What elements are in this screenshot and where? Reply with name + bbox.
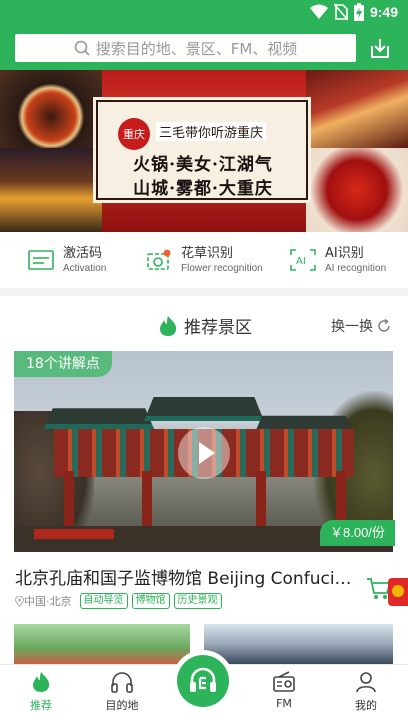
- nav-center-guide-button[interactable]: [172, 650, 234, 712]
- activation-card-icon: [28, 250, 54, 270]
- play-button[interactable]: [178, 427, 230, 479]
- headphones-icon: [111, 672, 133, 693]
- quick-link-title: AI识别: [325, 246, 364, 261]
- attraction-meta: 中国·北京 自动导览 博物馆 历史景观: [15, 593, 222, 609]
- quick-link-flower[interactable]: 花草识别 Flower recognition: [146, 232, 263, 288]
- ai-scan-icon: AI: [290, 249, 316, 271]
- refresh-button[interactable]: 换一换: [331, 316, 391, 336]
- nav-item-destination[interactable]: 目的地: [92, 665, 152, 716]
- flame-icon: [33, 672, 50, 692]
- download-icon: [371, 39, 389, 58]
- nav-item-profile[interactable]: 我的: [336, 665, 396, 716]
- radio-icon: [273, 671, 295, 692]
- attraction-tag: 博物馆: [131, 593, 170, 609]
- banner-title-card: 重庆 三毛带你听游重庆 火锅·美女·江湖气 山城·雾都·大重庆: [96, 100, 308, 200]
- recommended-title-text: 推荐景区: [184, 318, 252, 338]
- nav-label: 推荐: [30, 699, 52, 712]
- banner-slogan-line2: 山城·雾都·大重庆: [133, 179, 273, 199]
- headset-guide-icon: [190, 667, 216, 692]
- promo-banner[interactable]: 重庆 三毛带你听游重庆 火锅·美女·江湖气 山城·雾都·大重庆: [0, 70, 408, 232]
- quick-link-title: 花草识别: [181, 246, 234, 261]
- audio-points-badge: 18个讲解点: [14, 351, 112, 377]
- flower-camera-icon: [147, 249, 171, 270]
- banner-photo-pavilion: [306, 70, 408, 148]
- search-input[interactable]: 搜索目的地、景区、FM、视频: [15, 34, 356, 62]
- download-button[interactable]: [366, 34, 394, 62]
- refresh-label: 换一换: [331, 319, 373, 335]
- location-pin-icon: [15, 595, 24, 607]
- banner-city-tag: 重庆: [118, 118, 150, 150]
- quick-link-subtitle: AI recognition: [325, 263, 387, 274]
- banner-photo-chili: [306, 148, 408, 232]
- search-icon: [74, 40, 90, 56]
- nav-item-fm[interactable]: FM: [254, 665, 314, 716]
- header-bar: 搜索目的地、景区、FM、视频: [0, 26, 408, 70]
- attraction-location: 中国·北京: [15, 593, 72, 609]
- recommended-title: 推荐景区: [158, 313, 252, 338]
- quick-links-bar: 激活码 Activation 花草识别 Flower recognition A…: [0, 232, 408, 288]
- nav-center-inner: [177, 655, 229, 707]
- nav-label: FM: [276, 697, 292, 710]
- quick-link-activation[interactable]: 激活码 Activation: [28, 232, 106, 288]
- profile-icon: [356, 672, 376, 693]
- svg-text:AI: AI: [296, 256, 306, 267]
- flame-icon: [160, 315, 177, 336]
- banner-title: 三毛带你听游重庆: [156, 122, 267, 141]
- attraction-card-next-left[interactable]: [14, 624, 190, 664]
- photo-sign: [34, 529, 114, 539]
- attraction-card-next-right[interactable]: [204, 624, 393, 664]
- banner-photo-city-night: [0, 148, 102, 232]
- nav-item-recommend[interactable]: 推荐: [11, 665, 71, 716]
- banner-slogan-line1: 火锅·美女·江湖气: [133, 155, 273, 175]
- floating-coupon-tab[interactable]: [388, 578, 408, 606]
- attraction-title[interactable]: 北京孔庙和国子监博物馆 Beijing Confucius Temple: [15, 564, 355, 589]
- quick-link-subtitle: Flower recognition: [181, 263, 263, 274]
- banner-photo-noodles: [0, 70, 102, 148]
- attraction-tag: 自动导览: [79, 593, 128, 609]
- no-sim-icon: [333, 3, 348, 21]
- search-placeholder: 搜索目的地、景区、FM、视频: [95, 39, 298, 58]
- quick-link-title: 激活码: [63, 246, 103, 261]
- attraction-tag: 历史景观: [173, 593, 222, 609]
- status-time: 9:49: [369, 4, 398, 20]
- status-bar: 9:49: [0, 0, 408, 26]
- quick-link-subtitle: Activation: [63, 263, 107, 274]
- wifi-icon: [309, 4, 328, 19]
- nav-label: 我的: [355, 699, 377, 712]
- refresh-icon: [378, 319, 390, 332]
- quick-link-ai[interactable]: AI AI识别 AI recognition: [290, 232, 386, 288]
- nav-label: 目的地: [105, 699, 139, 712]
- price-badge: ￥8.00/份: [320, 520, 395, 546]
- recommended-header: 推荐景区 换一换: [0, 296, 408, 350]
- attraction-location-text: 中国·北京: [24, 595, 72, 608]
- status-icons: 9:49: [309, 3, 398, 21]
- battery-charging-icon: [353, 3, 364, 21]
